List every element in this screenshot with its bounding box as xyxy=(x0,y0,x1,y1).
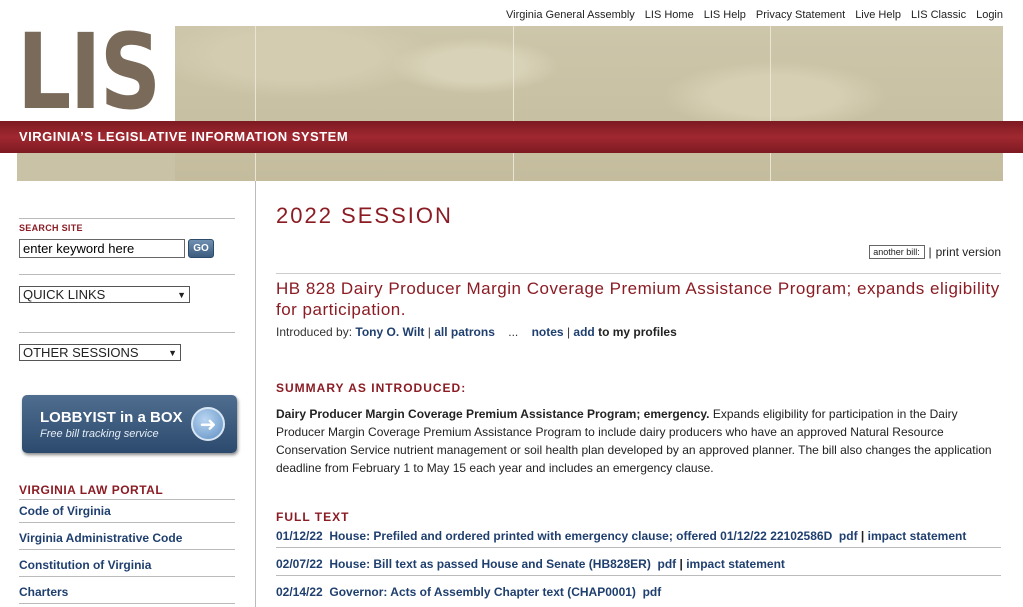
lis-logo[interactable]: LIS xyxy=(17,26,161,124)
bill-title: HB 828 Dairy Producer Margin Coverage Pr… xyxy=(276,273,1001,320)
arrow-right-icon: ➜ xyxy=(191,407,225,441)
full-text-link[interactable]: House: Bill text as passed House and Sen… xyxy=(329,557,650,571)
banner-map-image xyxy=(175,26,1003,181)
impact-statement-link[interactable]: impact statement xyxy=(686,557,785,571)
full-text-link[interactable]: House: Prefiled and ordered printed with… xyxy=(329,529,832,543)
summary-heading: SUMMARY AS INTRODUCED: xyxy=(276,381,467,395)
introduced-by-row: Introduced by: Tony O. Wilt | all patron… xyxy=(276,325,677,339)
tagline-bar: VIRGINIA’S LEGISLATIVE INFORMATION SYSTE… xyxy=(0,121,1023,153)
law-portal-title: VIRGINIA LAW PORTAL xyxy=(19,483,164,497)
top-link-lis-classic[interactable]: LIS Classic xyxy=(911,9,966,21)
to-profiles-text: to my profiles xyxy=(598,325,677,339)
top-link-live-help[interactable]: Live Help xyxy=(855,9,901,21)
portal-link-charters[interactable]: Charters xyxy=(19,577,235,604)
another-bill-input[interactable]: another bill: xyxy=(868,245,925,259)
patron-link[interactable]: Tony O. Wilt xyxy=(355,325,424,339)
go-button[interactable]: GO xyxy=(188,239,214,258)
full-text-link[interactable]: Governor: Acts of Assembly Chapter text … xyxy=(329,585,636,599)
top-link-lis-home[interactable]: LIS Home xyxy=(645,9,694,21)
top-link-lis-help[interactable]: LIS Help xyxy=(704,9,746,21)
session-title: 2022 SESSION xyxy=(276,203,453,228)
chevron-down-icon: ▼ xyxy=(177,289,186,300)
search-label: SEARCH SITE xyxy=(19,223,83,233)
portal-link-code-of-virginia[interactable]: Code of Virginia xyxy=(19,500,235,523)
pdf-link[interactable]: pdf xyxy=(839,529,858,543)
add-link[interactable]: add xyxy=(573,325,594,339)
logo-area[interactable]: LIS xyxy=(17,26,175,124)
full-text-heading: FULL TEXT xyxy=(276,510,350,524)
pdf-link[interactable]: pdf xyxy=(658,557,677,571)
full-text-row: 02/14/22 Governor: Acts of Assembly Chap… xyxy=(276,585,662,599)
banner: LIS xyxy=(17,26,1003,181)
summary-text: Dairy Producer Margin Coverage Premium A… xyxy=(276,407,992,475)
full-text-row: 02/07/22 House: Bill text as passed Hous… xyxy=(276,548,1001,576)
portal-link-admin-code[interactable]: Virginia Administrative Code xyxy=(19,523,235,550)
chevron-down-icon: ▼ xyxy=(168,347,177,358)
all-patrons-link[interactable]: all patrons xyxy=(434,325,495,339)
other-sessions-select[interactable]: OTHER SESSIONS ▼ xyxy=(19,344,181,361)
lobbyist-in-a-box-button[interactable]: LOBBYIST in a BOX Free bill tracking ser… xyxy=(22,395,237,453)
main-content: 2022 SESSION another bill: | print versi… xyxy=(276,181,1001,603)
column-divider xyxy=(255,181,256,607)
lobbyist-subtitle: Free bill tracking service xyxy=(40,428,159,440)
top-links: Virginia General Assembly LIS Home LIS H… xyxy=(506,9,1003,21)
full-text-row: 01/12/22 House: Prefiled and ordered pri… xyxy=(276,524,1001,548)
top-link-privacy[interactable]: Privacy Statement xyxy=(756,9,845,21)
quick-links-select[interactable]: QUICK LINKS ▼ xyxy=(19,286,190,303)
tagline: VIRGINIA’S LEGISLATIVE INFORMATION SYSTE… xyxy=(19,129,349,144)
pdf-link[interactable]: pdf xyxy=(643,585,662,599)
notes-link[interactable]: notes xyxy=(532,325,564,339)
top-link-login[interactable]: Login xyxy=(976,9,1003,21)
impact-statement-link[interactable]: impact statement xyxy=(868,529,967,543)
top-link-general-assembly[interactable]: Virginia General Assembly xyxy=(506,9,635,21)
lobbyist-title: LOBBYIST in a BOX xyxy=(40,409,183,426)
search-input[interactable] xyxy=(19,239,185,258)
print-version-link[interactable]: print version xyxy=(936,245,1001,259)
sidebar: SEARCH SITE GO QUICK LINKS ▼ OTHER SESSI… xyxy=(19,181,237,604)
portal-link-constitution[interactable]: Constitution of Virginia xyxy=(19,550,235,577)
